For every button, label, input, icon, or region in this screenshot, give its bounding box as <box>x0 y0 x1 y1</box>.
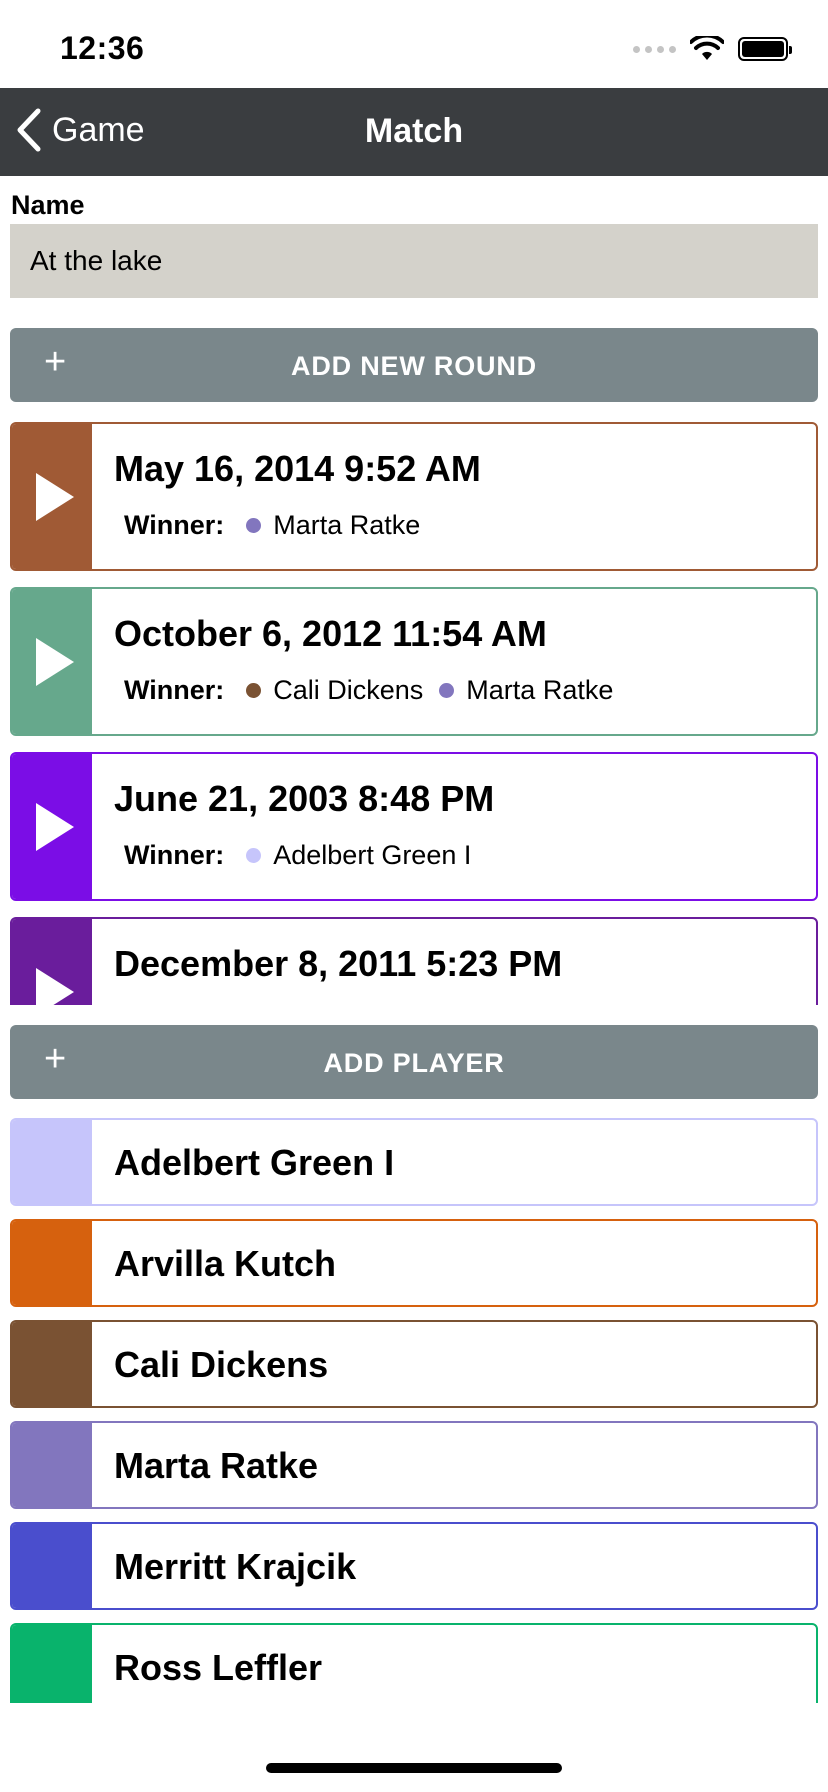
wifi-icon <box>690 36 724 60</box>
player-name: Arvilla Kutch <box>114 1243 337 1284</box>
add-player-label: ADD PLAYER <box>323 1048 505 1078</box>
winner-entry: Adelbert Green I <box>246 840 471 871</box>
players-list[interactable]: Adelbert Green I Arvilla Kutch Cali Dick… <box>10 1118 818 1703</box>
round-date: June 21, 2003 8:48 PM <box>114 778 495 819</box>
nav-bar: Game Match <box>0 88 828 176</box>
player-card[interactable]: Ross Leffler <box>10 1623 818 1703</box>
winner-entry: Marta Ratke <box>246 510 420 541</box>
add-new-round-button[interactable]: + ADD NEW ROUND <box>10 328 818 402</box>
rounds-list[interactable]: May 16, 2014 9:52 AM Winner: Marta Ratke… <box>10 422 818 1005</box>
add-player-button[interactable]: + ADD PLAYER <box>10 1025 818 1099</box>
home-indicator[interactable] <box>266 1763 562 1773</box>
round-winner: Winner: Cali Dickens Marta Ratke <box>124 675 629 706</box>
player-color-swatch <box>12 1221 92 1305</box>
player-card[interactable]: Marta Ratke <box>10 1421 818 1509</box>
round-date: October 6, 2012 11:54 AM <box>114 613 547 654</box>
winner-color-dot <box>246 683 262 698</box>
winner-label: Winner: <box>124 510 225 540</box>
play-icon[interactable] <box>36 637 74 686</box>
winner-color-dot <box>439 683 455 698</box>
round-date: December 8, 2011 5:23 PM <box>114 943 563 984</box>
player-card[interactable]: Merritt Krajcik <box>10 1522 818 1610</box>
play-icon[interactable] <box>36 967 74 1005</box>
winner-color-dot <box>246 518 262 533</box>
status-time: 12:36 <box>60 30 145 66</box>
player-color-swatch <box>12 1322 92 1406</box>
winner-name: Marta Ratke <box>466 675 614 705</box>
signal-icon <box>633 45 676 53</box>
player-color-swatch <box>12 1423 92 1507</box>
winner-label: Winner: <box>124 840 225 870</box>
player-name: Cali Dickens <box>114 1344 329 1385</box>
winner-name: Marta Ratke <box>273 510 421 540</box>
battery-icon <box>738 37 792 61</box>
player-color-swatch <box>12 1625 92 1703</box>
round-winner: Winner: Adelbert Green I <box>124 840 487 871</box>
winner-name: Adelbert Green I <box>273 840 472 870</box>
winner-name: Cali Dickens <box>273 675 424 705</box>
winner-entry: Marta Ratke <box>439 675 613 706</box>
round-date: May 16, 2014 9:52 AM <box>114 448 481 489</box>
player-card[interactable]: Cali Dickens <box>10 1320 818 1408</box>
round-winner: Winner: Marta Ratke <box>124 510 436 541</box>
name-label: Name <box>11 190 85 220</box>
round-color-swatch <box>12 919 92 1005</box>
add-new-round-label: ADD NEW ROUND <box>291 351 537 381</box>
status-bar: 12:36 <box>0 0 828 88</box>
player-name: Adelbert Green I <box>114 1142 395 1183</box>
play-icon[interactable] <box>36 472 74 521</box>
round-color-swatch <box>12 424 92 569</box>
round-color-swatch <box>12 754 92 899</box>
player-card[interactable]: Adelbert Green I <box>10 1118 818 1206</box>
round-card[interactable]: October 6, 2012 11:54 AM Winner: Cali Di… <box>10 587 818 736</box>
winner-color-dot <box>246 848 262 863</box>
player-card[interactable]: Arvilla Kutch <box>10 1219 818 1307</box>
round-card[interactable]: June 21, 2003 8:48 PM Winner: Adelbert G… <box>10 752 818 901</box>
player-name: Marta Ratke <box>114 1445 319 1486</box>
player-name: Merritt Krajcik <box>114 1546 357 1587</box>
round-card[interactable]: May 16, 2014 9:52 AM Winner: Marta Ratke <box>10 422 818 571</box>
play-icon[interactable] <box>36 802 74 851</box>
page-title: Match <box>364 112 464 150</box>
player-color-swatch <box>12 1524 92 1608</box>
status-icons <box>633 36 792 62</box>
player-name: Ross Leffler <box>114 1647 323 1688</box>
round-color-swatch <box>12 589 92 734</box>
player-color-swatch <box>12 1120 92 1204</box>
name-input[interactable] <box>10 224 818 298</box>
winner-label: Winner: <box>124 675 225 705</box>
round-card[interactable]: December 8, 2011 5:23 PM <box>10 917 818 1005</box>
winner-entry: Cali Dickens <box>246 675 423 706</box>
